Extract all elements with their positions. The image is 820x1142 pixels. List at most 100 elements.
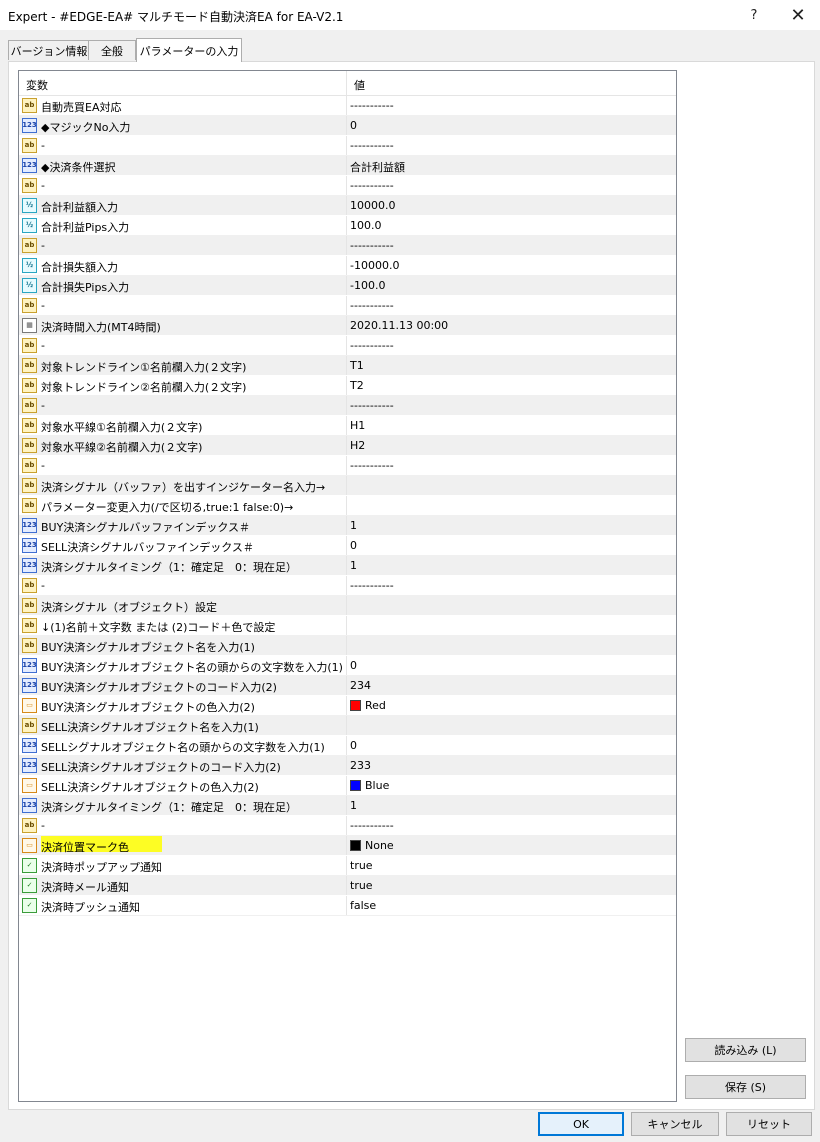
table-row[interactable]: ab パラメーター変更入力(/で区切る,true:1 false:0)→ [19,496,676,516]
value-cell[interactable]: 1 [350,519,357,532]
value-cell[interactable]: ----------- [350,459,394,472]
tab-general[interactable]: 全般 [88,40,136,60]
value-cell[interactable]: ----------- [350,399,394,412]
value-cell[interactable]: 2020.11.13 00:00 [350,319,448,332]
cell-divider [346,256,347,275]
column-header-value[interactable]: 値 [354,77,365,93]
value-cell[interactable]: ----------- [350,579,394,592]
value-cell[interactable]: T1 [350,359,364,372]
value-cell[interactable]: 合計利益額 [350,159,405,175]
tab-parameters[interactable]: パラメーターの入力 [136,38,242,62]
close-button[interactable]: ✕ [776,0,820,30]
tab-version-info[interactable]: バージョン情報 [8,40,90,60]
table-row[interactable]: 123 決済シグナルタイミング（1：確定足 0：現在足） 1 [19,556,676,576]
value-cell[interactable]: false [350,899,376,912]
string-type-icon: ab [22,718,37,733]
table-row[interactable]: ab - ----------- [19,456,676,476]
string-type-icon: ab [22,418,37,433]
parameter-grid[interactable]: 変数 値 ab 自動売買EA対応 ----------- 123 ◆マジックNo入力 0 a… [18,70,677,1102]
table-row[interactable]: ab - ----------- [19,396,676,416]
table-row[interactable]: 123 ◆マジックNo入力 0 [19,116,676,136]
table-row[interactable]: ▦ 決済時間入力(MT4時間) 2020.11.13 00:00 [19,316,676,336]
table-row[interactable]: ab 対象水平線①名前欄入力(２文字) H1 [19,416,676,436]
value-cell[interactable]: 1 [350,559,357,572]
value-cell[interactable]: ----------- [350,339,394,352]
table-row[interactable]: ½ 合計損失額入力 -10000.0 [19,256,676,276]
value-cell[interactable]: ----------- [350,239,394,252]
value-cell[interactable]: true [350,879,373,892]
table-row[interactable]: ab ↓(1)名前＋文字数 または (2)コード＋色で設定 [19,616,676,636]
table-row[interactable]: 123 SELL決済シグナルバッファインデックス＃ 0 [19,536,676,556]
help-button[interactable]: ? [732,0,776,30]
table-row[interactable]: ab - ----------- [19,296,676,316]
value-cell[interactable]: 0 [350,659,357,672]
table-row[interactable]: 123 SELLシグナルオブジェクト名の頭からの文字数を入力(1) 0 [19,736,676,756]
value-cell[interactable]: true [350,859,373,872]
value-cell[interactable]: None [350,839,394,852]
column-divider[interactable] [346,71,347,95]
value-cell[interactable]: -100.0 [350,279,385,292]
value-cell[interactable]: ----------- [350,819,394,832]
table-row[interactable]: ▭ 決済位置マーク色 None [19,836,676,856]
variable-name: - [41,139,45,152]
table-row[interactable]: ✓ 決済時ポップアップ通知 true [19,856,676,876]
value-cell[interactable]: 0 [350,739,357,752]
save-button[interactable]: 保存 (S) [685,1075,806,1099]
table-row[interactable]: ▭ SELL決済シグナルオブジェクトの色入力(2) Blue [19,776,676,796]
table-row[interactable]: ab - ----------- [19,136,676,156]
cancel-button[interactable]: キャンセル [631,1112,719,1136]
value-cell[interactable]: 0 [350,539,357,552]
variable-name: 合計損失Pips入力 [41,281,130,294]
table-row[interactable]: ab 決済シグナル（バッファ）を出すインジケーター名入力→ [19,476,676,496]
table-row[interactable]: ab - ----------- [19,336,676,356]
table-row[interactable]: ½ 合計利益Pips入力 100.0 [19,216,676,236]
table-row[interactable]: ab BUY決済シグナルオブジェクト名を入力(1) [19,636,676,656]
value-cell[interactable]: Blue [350,779,389,792]
table-row[interactable]: ab 自動売買EA対応 ----------- [19,96,676,116]
table-row[interactable]: ab 決済シグナル（オブジェクト）設定 [19,596,676,616]
table-row[interactable]: 123 ◆決済条件選択 合計利益額 [19,156,676,176]
table-row[interactable]: ✓ 決済時プッシュ通知 false [19,896,676,916]
value-cell[interactable]: 10000.0 [350,199,396,212]
value-text: 1 [350,559,357,572]
table-row[interactable]: ▭ BUY決済シグナルオブジェクトの色入力(2) Red [19,696,676,716]
value-cell[interactable]: 1 [350,799,357,812]
table-row[interactable]: 123 BUY決済シグナルオブジェクト名の頭からの文字数を入力(1) 0 [19,656,676,676]
load-button[interactable]: 読み込み (L) [685,1038,806,1062]
table-row[interactable]: ab 対象トレンドライン②名前欄入力(２文字) T2 [19,376,676,396]
table-row[interactable]: ab - ----------- [19,576,676,596]
table-row[interactable]: ab SELL決済シグナルオブジェクト名を入力(1) [19,716,676,736]
ok-button[interactable]: OK [538,1112,624,1136]
table-row[interactable]: 123 決済シグナルタイミング（1：確定足 0：現在足） 1 [19,796,676,816]
value-cell[interactable]: ----------- [350,139,394,152]
value-cell[interactable]: 234 [350,679,371,692]
value-cell[interactable]: 0 [350,119,357,132]
value-cell[interactable]: ----------- [350,299,394,312]
variable-name: - [41,459,45,472]
table-row[interactable]: ab 対象トレンドライン①名前欄入力(２文字) T1 [19,356,676,376]
table-row[interactable]: 123 SELL決済シグナルオブジェクトのコード入力(2) 233 [19,756,676,776]
table-row[interactable]: ab 対象水平線②名前欄入力(２文字) H2 [19,436,676,456]
value-cell[interactable]: H2 [350,439,365,452]
table-row[interactable]: ½ 合計利益額入力 10000.0 [19,196,676,216]
value-cell[interactable]: H1 [350,419,365,432]
integer-type-icon: 123 [22,738,37,753]
value-cell[interactable]: 233 [350,759,371,772]
column-header-variable[interactable]: 変数 [26,77,48,93]
value-text: 0 [350,659,357,672]
table-row[interactable]: ½ 合計損失Pips入力 -100.0 [19,276,676,296]
table-row[interactable]: 123 BUY決済シグナルバッファインデックス＃ 1 [19,516,676,536]
value-cell[interactable]: ----------- [350,99,394,112]
table-row[interactable]: ab - ----------- [19,236,676,256]
table-row[interactable]: ab - ----------- [19,816,676,836]
value-cell[interactable]: ----------- [350,179,394,192]
value-cell[interactable]: -10000.0 [350,259,399,272]
value-cell[interactable]: Red [350,699,386,712]
value-cell[interactable]: T2 [350,379,364,392]
variable-name: BUY決済シグナルオブジェクト名を入力(1) [41,641,255,654]
value-cell[interactable]: 100.0 [350,219,382,232]
reset-button[interactable]: リセット [726,1112,812,1136]
table-row[interactable]: ✓ 決済時メール通知 true [19,876,676,896]
table-row[interactable]: 123 BUY決済シグナルオブジェクトのコード入力(2) 234 [19,676,676,696]
table-row[interactable]: ab - ----------- [19,176,676,196]
